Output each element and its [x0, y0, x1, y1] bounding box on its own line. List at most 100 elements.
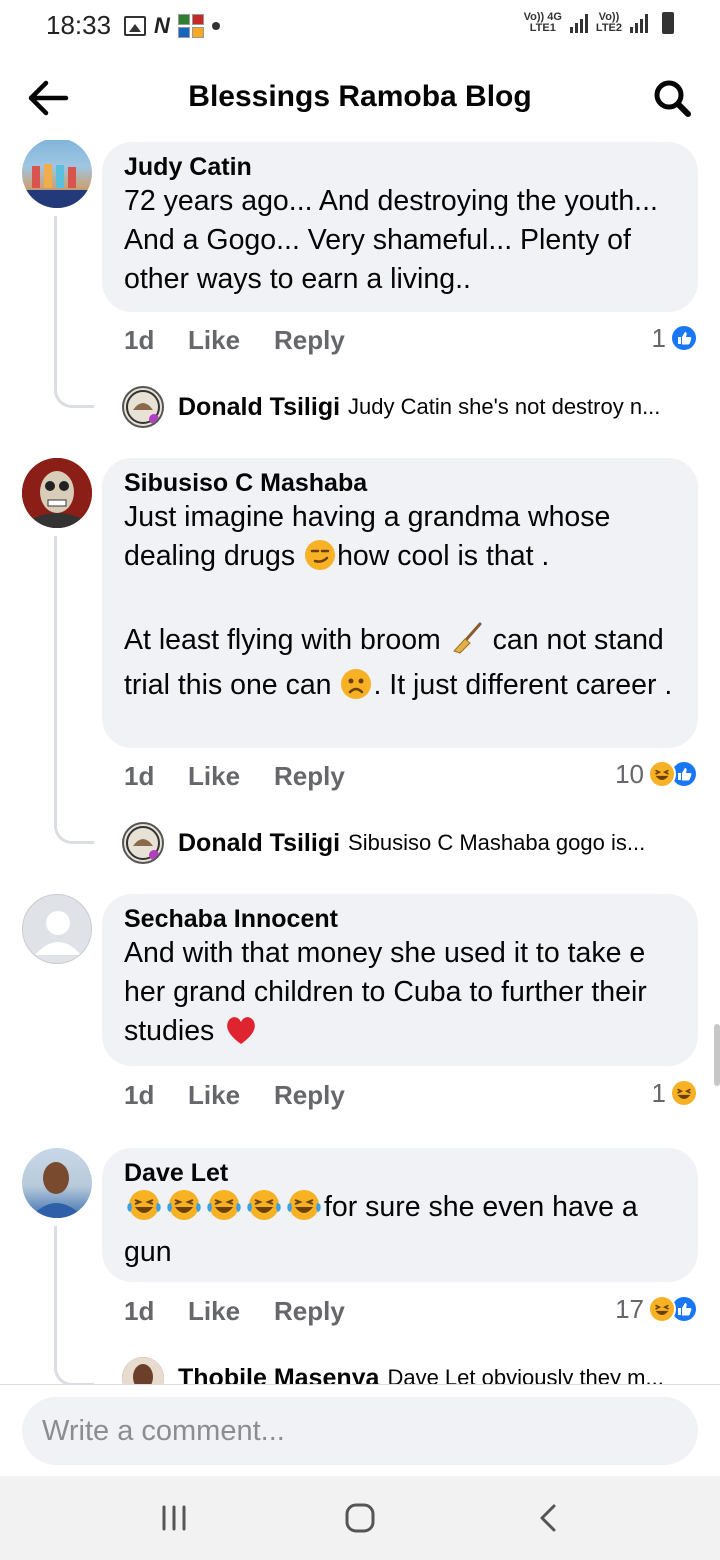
reply-button[interactable]: Reply [274, 1296, 345, 1327]
comment-actions: 1d Like Reply [124, 320, 345, 360]
thread-connector [54, 536, 94, 844]
reply-preview[interactable]: Donald Tsiligi Sibusiso C Mashaba gogo i… [122, 821, 698, 865]
broom-emoji-icon [450, 621, 484, 666]
reaction-count: 10 [615, 758, 644, 789]
reaction-summary[interactable]: 1 [652, 1073, 698, 1113]
tears-of-joy-emoji-icon [205, 1188, 243, 1233]
system-back-button[interactable] [518, 1496, 578, 1540]
comment-input[interactable] [22, 1397, 698, 1465]
comment-actions: 1d Like Reply [124, 1291, 345, 1331]
page-title: Blessings Ramoba Blog [188, 80, 532, 113]
reply-button[interactable]: Reply [274, 325, 345, 356]
laughing-face-icon [648, 760, 676, 788]
like-button[interactable]: Like [188, 325, 274, 356]
search-icon [654, 80, 691, 117]
comment-author[interactable]: Sechaba Innocent [124, 904, 676, 934]
comment-text: 72 years ago... And destroying the youth… [124, 185, 658, 295]
gallery-icon [124, 16, 146, 36]
comment-bubble: Dave Let for sure she even have a gun [102, 1148, 698, 1282]
more-notifications-dot-icon [211, 22, 220, 30]
tears-of-joy-emoji-icon [125, 1188, 163, 1233]
avatar[interactable] [22, 1148, 92, 1218]
avatar[interactable] [22, 894, 92, 964]
notification-icons: N [124, 14, 220, 38]
comment-time[interactable]: 1d [124, 1080, 188, 1111]
comment-bubble: Sibusiso C Mashaba Just imagine having a… [102, 458, 698, 748]
sim1-label: Vo)) 4G LTE1 [523, 11, 562, 34]
reply-text: Dave Let obviously they m... [387, 1365, 664, 1384]
laughing-face-icon [670, 1079, 698, 1107]
laughing-face-icon [648, 1295, 676, 1323]
avatar[interactable] [22, 140, 92, 208]
status-time: 18:33 [46, 10, 112, 40]
comment-bubble: Sechaba Innocent And with that money she… [102, 894, 698, 1066]
reply-button[interactable]: Reply [274, 761, 345, 792]
comment-text: And with that money she used it to take … [124, 934, 676, 1057]
reply-author: Thobile Masenya [178, 1363, 380, 1385]
app-header: Blessings Ramoba Blog [0, 56, 720, 140]
reply-preview[interactable]: Donald Tsiligi Judy Catin she's not dest… [122, 385, 698, 429]
scrollbar[interactable] [714, 1024, 720, 1086]
sim2-label: Vo)) LTE2 [595, 11, 622, 34]
comment-time[interactable]: 1d [124, 325, 188, 356]
comment-time[interactable]: 1d [124, 761, 188, 792]
comment-author[interactable]: Judy Catin [124, 152, 676, 182]
comment-time[interactable]: 1d [124, 1296, 188, 1327]
reaction-summary[interactable]: 10 [615, 754, 698, 794]
comment-text: Just imagine having a grandma whose deal… [124, 498, 676, 711]
reaction-summary[interactable]: 17 [615, 1289, 698, 1329]
reply-text: Sibusiso C Mashaba gogo is... [348, 830, 646, 855]
app-grid-icon [177, 14, 204, 38]
chevron-left-icon [540, 1504, 556, 1532]
comment-author[interactable]: Sibusiso C Mashaba [124, 468, 676, 498]
puppet-face-icon [22, 458, 92, 528]
comment-actions: 1d Like Reply [124, 1075, 345, 1115]
comment-composer [0, 1384, 720, 1476]
comments-list: Judy Catin 72 years ago... And destroyin… [0, 140, 720, 1384]
status-right-icons: Vo)) 4G LTE1 Vo)) LTE2 [524, 12, 674, 34]
like-button[interactable]: Like [188, 1080, 274, 1111]
reply-preview[interactable]: Thobile Masenya Dave Let obviously they … [122, 1356, 698, 1384]
comment-text: for sure she even have a gun [124, 1188, 676, 1272]
search-button[interactable] [652, 78, 692, 118]
reply-author: Donald Tsiligi [178, 392, 341, 421]
signal2-icon [630, 13, 648, 33]
reaction-count: 17 [615, 1293, 644, 1324]
tears-of-joy-emoji-icon [245, 1188, 283, 1233]
status-bar: 18:33 N Vo)) 4G LTE1 Vo)) LTE2 [0, 0, 720, 56]
home-button[interactable] [330, 1496, 390, 1540]
reaction-summary[interactable]: 1 [652, 318, 698, 358]
system-nav-bar [0, 1476, 720, 1560]
person-photo-icon [122, 1357, 164, 1384]
recent-apps-button[interactable] [144, 1496, 204, 1540]
reply-text: Judy Catin she's not destroy n... [348, 394, 661, 419]
tears-of-joy-emoji-icon [165, 1188, 203, 1233]
comment-bubble: Judy Catin 72 years ago... And destroyin… [102, 142, 698, 312]
smirk-emoji-icon [304, 539, 336, 582]
logo-avatar-icon [126, 826, 160, 860]
thread-connector [54, 216, 94, 408]
person-photo-icon [30, 1162, 84, 1218]
like-button[interactable]: Like [188, 761, 274, 792]
tears-of-joy-emoji-icon [285, 1188, 323, 1233]
reaction-count: 1 [651, 322, 666, 353]
avatar [122, 386, 164, 428]
thumbs-up-icon [670, 324, 698, 352]
n-app-icon: N [154, 13, 170, 38]
reply-author: Donald Tsiligi [178, 828, 341, 857]
battery-icon [662, 12, 674, 34]
comment-author[interactable]: Dave Let [124, 1158, 676, 1188]
avatar[interactable] [22, 458, 92, 528]
recent-apps-icon [162, 1505, 186, 1531]
signal1-icon [569, 13, 588, 33]
comment-actions: 1d Like Reply [124, 756, 345, 796]
avatar [122, 822, 164, 864]
reaction-count: 1 [651, 1077, 666, 1108]
default-profile-icon [35, 911, 81, 955]
home-icon [345, 1503, 375, 1533]
like-button[interactable]: Like [188, 1296, 274, 1327]
reply-button[interactable]: Reply [274, 1080, 345, 1111]
avatar [122, 1357, 164, 1384]
worried-emoji-icon [340, 668, 372, 711]
red-heart-emoji-icon [223, 1014, 259, 1057]
